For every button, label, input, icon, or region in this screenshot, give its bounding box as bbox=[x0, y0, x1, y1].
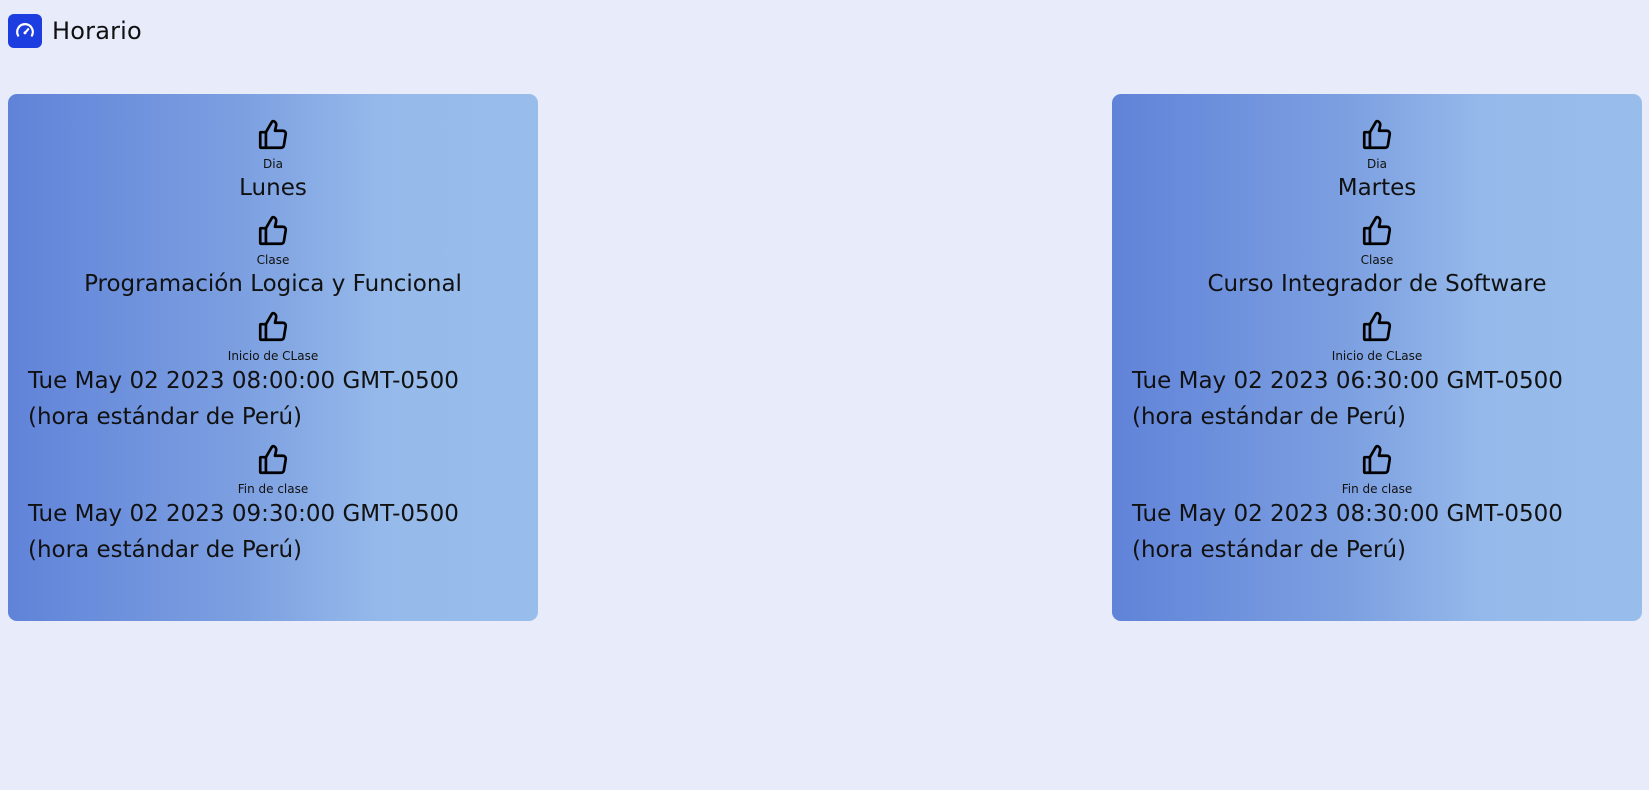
thumbs-up-icon bbox=[1362, 311, 1392, 342]
thumbs-up-icon bbox=[258, 444, 288, 475]
dia-value: Martes bbox=[1337, 175, 1417, 201]
field-inicio: Inicio de CLase Tue May 02 2023 08:00:00… bbox=[28, 310, 518, 435]
field-label: Clase bbox=[1360, 253, 1394, 267]
page-header: Horario bbox=[8, 14, 142, 48]
field-fin: Fin de clase Tue May 02 2023 09:30:00 GM… bbox=[28, 443, 518, 568]
dia-value: Lunes bbox=[239, 175, 307, 201]
page-title: Horario bbox=[52, 17, 142, 45]
clase-value: Programación Logica y Funcional bbox=[84, 271, 462, 297]
field-label: Dia bbox=[263, 157, 283, 171]
schedule-card: Dia Martes Clase Curso Integrador de Sof… bbox=[1112, 94, 1642, 621]
thumbs-up-icon bbox=[1362, 215, 1392, 246]
thumbs-up-icon bbox=[258, 119, 288, 150]
clase-value: Curso Integrador de Software bbox=[1207, 271, 1547, 297]
field-label: Inicio de CLase bbox=[227, 349, 319, 363]
thumbs-up-icon bbox=[1362, 119, 1392, 150]
thumbs-up-icon bbox=[258, 215, 288, 246]
field-dia: Dia Lunes bbox=[28, 118, 518, 202]
field-label: Fin de clase bbox=[1341, 482, 1413, 496]
field-fin: Fin de clase Tue May 02 2023 08:30:00 GM… bbox=[1132, 443, 1622, 568]
speedometer-icon[interactable] bbox=[8, 14, 42, 48]
field-label: Dia bbox=[1367, 157, 1387, 171]
fin-value: Tue May 02 2023 08:30:00 GMT-0500 (hora … bbox=[1132, 501, 1563, 563]
field-label: Fin de clase bbox=[237, 482, 309, 496]
thumbs-up-icon bbox=[258, 311, 288, 342]
inicio-value: Tue May 02 2023 06:30:00 GMT-0500 (hora … bbox=[1132, 368, 1563, 430]
field-label: Inicio de CLase bbox=[1331, 349, 1423, 363]
thumbs-up-icon bbox=[1362, 444, 1392, 475]
fin-value: Tue May 02 2023 09:30:00 GMT-0500 (hora … bbox=[28, 501, 459, 563]
inicio-value: Tue May 02 2023 08:00:00 GMT-0500 (hora … bbox=[28, 368, 459, 430]
field-label: Clase bbox=[256, 253, 290, 267]
field-dia: Dia Martes bbox=[1132, 118, 1622, 202]
field-clase: Clase Programación Logica y Funcional bbox=[28, 214, 518, 298]
field-inicio: Inicio de CLase Tue May 02 2023 06:30:00… bbox=[1132, 310, 1622, 435]
field-clase: Clase Curso Integrador de Software bbox=[1132, 214, 1622, 298]
schedule-card: Dia Lunes Clase Programación Logica y Fu… bbox=[8, 94, 538, 621]
